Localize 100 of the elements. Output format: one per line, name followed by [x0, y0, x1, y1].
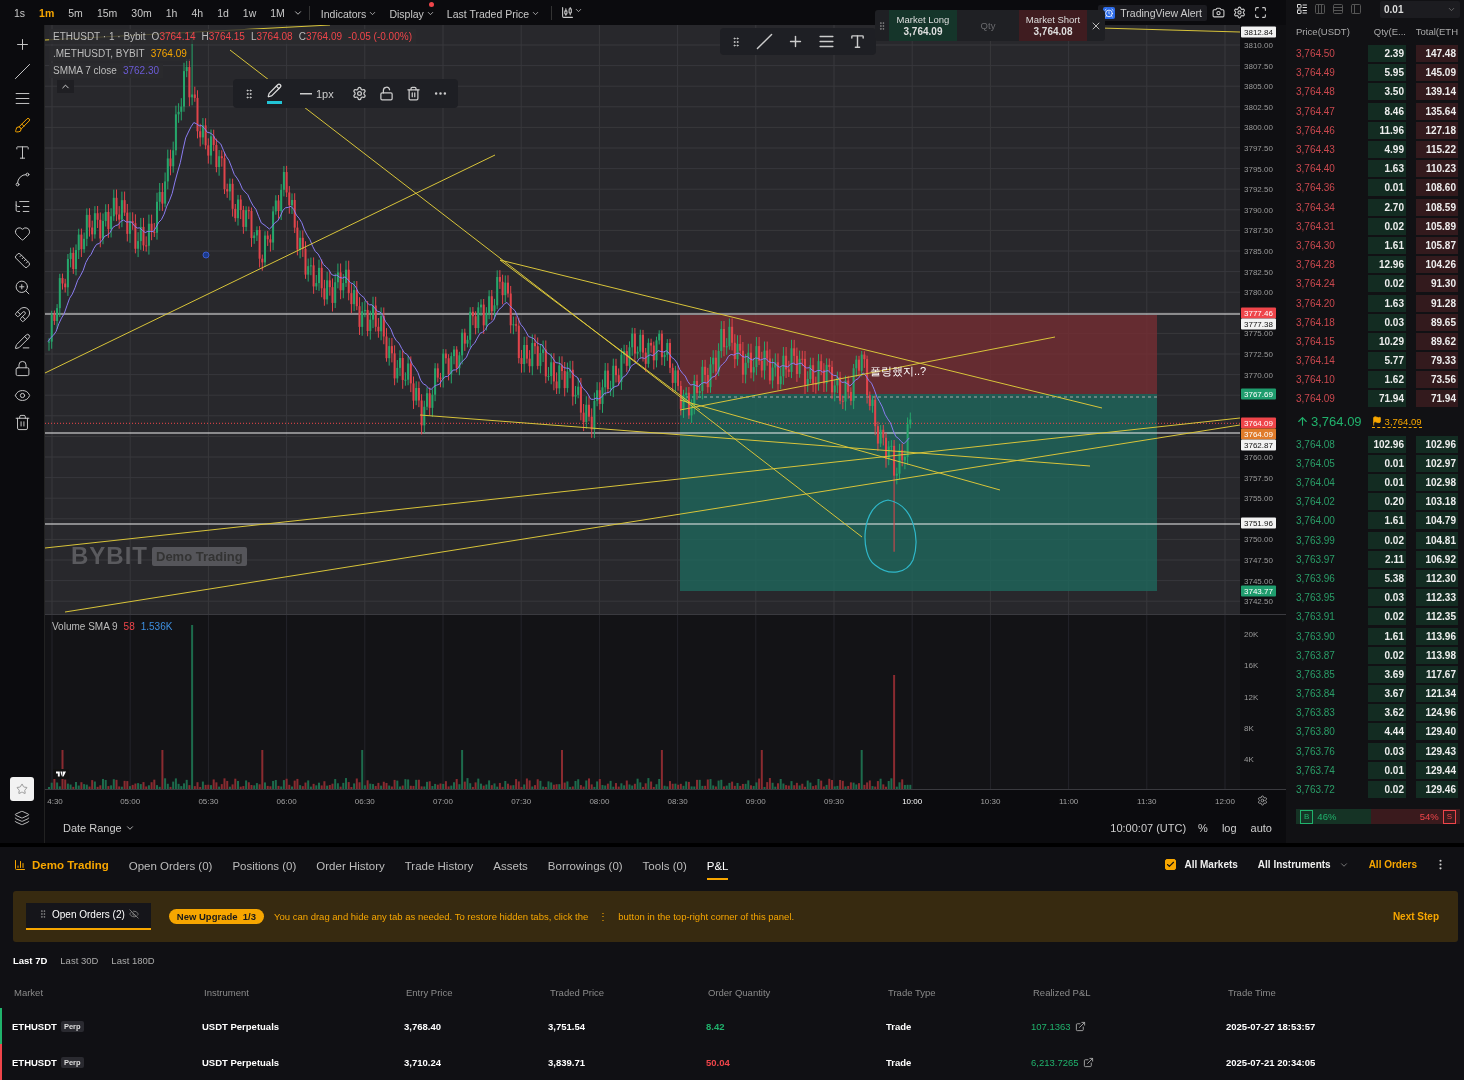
- table-cell-text: USDT Perpetuals: [201, 1056, 281, 1068]
- qty-field[interactable]: Qty: [957, 10, 1019, 41]
- bid-qty: 4.44: [1368, 723, 1406, 741]
- panel-tab[interactable]: Positions (0): [232, 849, 297, 880]
- time-tick: 08:30: [667, 796, 688, 806]
- buy-key: B: [1300, 809, 1314, 824]
- alert-button[interactable]: TradingView Alert: [1098, 4, 1207, 21]
- layers-icon[interactable]: [13, 809, 31, 827]
- drag-handle-icon: [38, 909, 48, 920]
- bid-qty: 0.02: [1368, 608, 1406, 626]
- trend-line-icon[interactable]: [12, 62, 32, 81]
- column-header: Realized P&L: [1032, 986, 1092, 1001]
- settings-icon[interactable]: [351, 86, 367, 101]
- heart-icon[interactable]: [12, 224, 32, 243]
- ask-qty: 12.96: [1368, 256, 1406, 274]
- panel-tab[interactable]: Assets: [493, 849, 528, 880]
- brush-icon[interactable]: [12, 116, 32, 135]
- ask-total: 145.09: [1416, 64, 1458, 82]
- price-tick: 3775.00: [1244, 328, 1273, 338]
- share-icon[interactable]: [1082, 1056, 1094, 1068]
- horizontal-ray-icon[interactable]: [787, 33, 804, 50]
- share-icon[interactable]: [1074, 1020, 1086, 1032]
- kebab-glyph: ⋮: [598, 910, 609, 922]
- parallel-lines-icon[interactable]: [818, 33, 835, 50]
- bids-layout-icon[interactable]: [1314, 3, 1326, 15]
- index-value: 3764.09: [150, 48, 187, 59]
- all-orders-button[interactable]: All Orders: [1362, 858, 1423, 872]
- date-range-button[interactable]: Date Range: [57, 820, 141, 835]
- drag-handle-icon[interactable]: [243, 87, 255, 100]
- trend-line-icon[interactable]: [756, 33, 773, 50]
- interval-tab[interactable]: 30m: [125, 6, 158, 19]
- interval-tab[interactable]: 1w: [236, 6, 263, 19]
- ask-total: 147.48: [1416, 45, 1458, 63]
- asks-layout-icon[interactable]: [1332, 3, 1344, 15]
- market-long-button[interactable]: Market Long 3,764.09: [889, 10, 957, 41]
- unlock-icon[interactable]: [378, 86, 394, 101]
- panel-tab[interactable]: P&L: [706, 849, 729, 880]
- instruments-dropdown[interactable]: All Instruments: [1251, 858, 1355, 872]
- interval-tab[interactable]: 1h: [159, 6, 184, 19]
- market-short-button[interactable]: Market Short 3,764.08: [1019, 10, 1087, 41]
- interval-tab[interactable]: 4h: [185, 6, 210, 19]
- line-icon: [300, 92, 312, 95]
- auto-button[interactable]: auto: [1248, 821, 1274, 834]
- volume-tick: 16K: [1244, 660, 1259, 670]
- time-tick: 08:00: [589, 796, 610, 806]
- log-button[interactable]: log: [1219, 821, 1239, 834]
- period-tab[interactable]: Last 30D: [60, 953, 99, 968]
- interval-tab[interactable]: 1d: [211, 6, 235, 19]
- ask-qty: 0.01: [1368, 179, 1406, 197]
- qty-input[interactable]: Qty: [957, 19, 1019, 32]
- interval-tab[interactable]: 5m: [62, 6, 89, 19]
- line-width-button[interactable]: 1px: [294, 86, 340, 101]
- price-label: 3762.87: [1241, 439, 1276, 451]
- price-tick: 3782.50: [1244, 267, 1273, 277]
- toolbar-menu[interactable]: Last Traded Price: [441, 1, 546, 24]
- ohlc-value: L3764.08: [250, 31, 293, 42]
- precision-dropdown[interactable]: 0.01: [1380, 0, 1460, 18]
- camera-icon[interactable]: [1209, 6, 1228, 19]
- price-tick: 3785.00: [1244, 246, 1273, 256]
- time-tick: 05:00: [120, 796, 141, 806]
- bid-qty: 5.38: [1368, 569, 1406, 587]
- pen-color-button[interactable]: [267, 83, 282, 104]
- period-tab[interactable]: Last 7D: [13, 953, 48, 968]
- drag-handle-icon[interactable]: [730, 35, 742, 48]
- trash-icon[interactable]: [405, 86, 421, 101]
- text-icon[interactable]: [849, 33, 866, 50]
- settings-icon[interactable]: [1257, 795, 1268, 806]
- next-step-button[interactable]: Next Step: [1386, 909, 1445, 923]
- all-markets-checkbox[interactable]: All Markets: [1159, 858, 1244, 872]
- ruler-icon[interactable]: [12, 251, 32, 270]
- panel-tab[interactable]: Trade History: [404, 849, 474, 880]
- price-tick: 3797.50: [1244, 143, 1273, 153]
- interval-tab[interactable]: 1m: [33, 6, 61, 19]
- bid-price: 3,763.90: [1296, 629, 1336, 644]
- collapse-button[interactable]: [57, 80, 74, 93]
- interval-tab[interactable]: 1M: [264, 6, 291, 19]
- panel-tab[interactable]: Order History: [316, 849, 385, 880]
- panel-tab[interactable]: Tools (0): [642, 849, 687, 880]
- panel-tab[interactable]: Borrowings (0): [547, 849, 623, 880]
- bid-price: 3,764.05: [1296, 456, 1336, 471]
- ask-price: 3,764.18: [1296, 315, 1336, 330]
- pattern-icon[interactable]: [12, 170, 32, 189]
- ask-total: 89.65: [1416, 313, 1458, 331]
- toolbar-menu[interactable]: Indicators: [315, 1, 383, 24]
- volume-sma-value: 1.536K: [140, 621, 173, 632]
- lock-icon[interactable]: [12, 359, 32, 378]
- toolbar-menu[interactable]: Display: [384, 1, 440, 24]
- period-tab[interactable]: Last 180D: [111, 953, 155, 968]
- percent-button[interactable]: %: [1196, 821, 1210, 834]
- interval-tab[interactable]: 1s: [8, 6, 32, 19]
- interval-tab[interactable]: 15m: [90, 6, 124, 19]
- panel-tab[interactable]: Open Orders (0): [128, 849, 213, 880]
- ohlc-value: C3764.09: [298, 31, 343, 42]
- order-book-layout-icon[interactable]: [1296, 3, 1308, 15]
- split-layout-icon[interactable]: [1350, 3, 1362, 15]
- up-arrow-icon: [1296, 415, 1309, 429]
- pencil-lock-icon[interactable]: [12, 332, 32, 351]
- tab-preview[interactable]: Open Orders (2): [26, 902, 151, 930]
- ask-price: 3,764.47: [1296, 104, 1336, 119]
- magnet-icon[interactable]: [12, 305, 32, 324]
